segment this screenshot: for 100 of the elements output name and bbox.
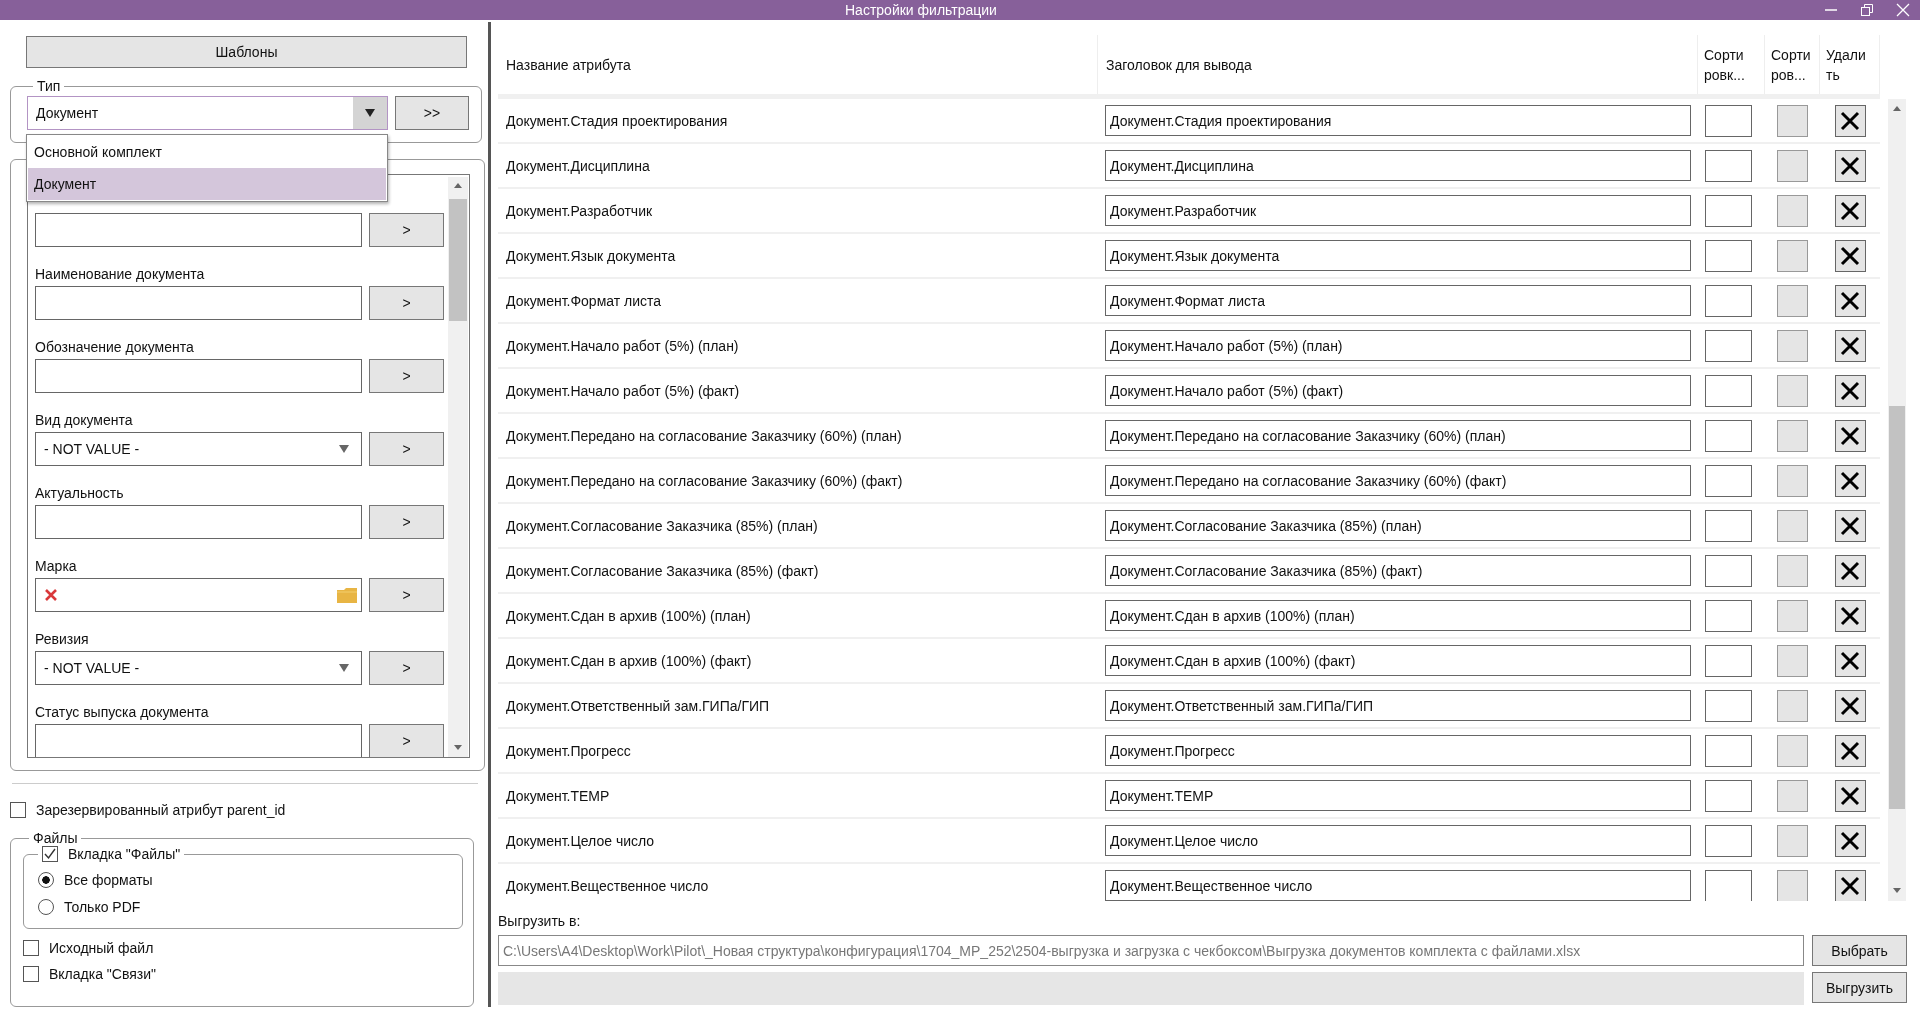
checkbox[interactable] (23, 940, 39, 956)
sort-field[interactable] (1705, 419, 1752, 452)
sort-field[interactable] (1705, 194, 1752, 227)
sort-field[interactable] (1705, 824, 1752, 857)
sort-field[interactable] (1705, 554, 1752, 587)
delete-button[interactable] (1834, 194, 1866, 227)
scrollbar[interactable] (1888, 99, 1906, 901)
delete-button[interactable] (1834, 869, 1866, 901)
sort-field[interactable] (1705, 599, 1752, 632)
reference-field[interactable] (35, 578, 362, 612)
sort-field (1777, 104, 1808, 137)
sort-field[interactable] (1705, 239, 1752, 272)
input-field[interactable]: Документ.Дисциплина (1105, 150, 1691, 181)
browse-button[interactable]: Выбрать (1812, 935, 1907, 966)
input-field[interactable]: Документ.Вещественное число (1105, 870, 1691, 901)
apply-button[interactable]: > (369, 432, 444, 466)
input-field[interactable] (35, 286, 362, 320)
checkbox[interactable] (23, 966, 39, 982)
close-icon (1840, 155, 1860, 176)
apply-button[interactable]: > (369, 578, 444, 612)
sort-field[interactable] (1705, 284, 1752, 317)
checkbox[interactable] (42, 846, 58, 862)
input-field[interactable] (35, 724, 362, 757)
delete-button[interactable] (1834, 239, 1866, 272)
input-field[interactable]: Документ.Прогресс (1105, 735, 1691, 766)
input-field[interactable]: Документ.Разработчик (1105, 195, 1691, 226)
input-field[interactable]: Документ.Согласование Заказчика (85%) (факт) (1105, 555, 1691, 586)
input-field[interactable]: Документ.Язык документа (1105, 240, 1691, 271)
delete-button[interactable] (1834, 734, 1866, 767)
dropdown[interactable]: - NOT VALUE - (35, 651, 362, 685)
export-button[interactable]: Выгрузить (1812, 972, 1907, 1003)
delete-button[interactable] (1834, 599, 1866, 632)
apply-button[interactable]: > (369, 286, 444, 320)
input-field[interactable]: Документ.Стадия проектирования (1105, 105, 1691, 136)
input-field[interactable]: Документ.Сдан в архив (100%) (план) (1105, 600, 1691, 631)
dropdown-arrow-icon[interactable] (339, 445, 349, 453)
checkbox[interactable] (10, 802, 26, 818)
delete-button[interactable] (1834, 689, 1866, 722)
delete-button[interactable] (1834, 104, 1866, 137)
input-field[interactable]: Документ.Передано на согласование Заказчику (60%) (факт) (1105, 465, 1691, 496)
close-icon (1840, 740, 1860, 761)
sort-field[interactable] (1705, 779, 1752, 812)
input-field[interactable]: Документ.Начало работ (5%) (факт) (1105, 375, 1691, 406)
input-field[interactable] (35, 213, 362, 247)
sort-field (1777, 554, 1808, 587)
restore-icon[interactable] (1860, 3, 1874, 17)
sort-field[interactable] (1705, 689, 1752, 722)
close-icon (1840, 830, 1860, 851)
input-field[interactable]: Документ.Сдан в архив (100%) (факт) (1105, 645, 1691, 676)
dropdown-option[interactable]: Документ (28, 168, 386, 200)
sort-field[interactable] (1705, 509, 1752, 542)
delete-button[interactable] (1834, 779, 1866, 812)
table-cell-text: Документ.Сдан в архив (100%) (факт) (505, 652, 753, 669)
apply-button[interactable]: > (369, 651, 444, 685)
delete-button[interactable] (1834, 644, 1866, 677)
radio-button[interactable] (38, 898, 54, 915)
close-icon[interactable] (1896, 3, 1910, 17)
sort-field[interactable] (1705, 329, 1752, 362)
apply-button[interactable]: > (369, 359, 444, 393)
dropdown-arrow-icon[interactable] (339, 664, 349, 672)
delete-button[interactable] (1834, 554, 1866, 587)
input-field[interactable]: Документ.Передано на согласование Заказчику (60%) (план) (1105, 420, 1691, 451)
input-field[interactable]: Документ.Формат листа (1105, 285, 1691, 316)
type-dropdown[interactable]: Документ (27, 96, 388, 130)
dropdown-arrow-icon[interactable] (365, 109, 375, 117)
input-field[interactable] (35, 359, 362, 393)
delete-button[interactable] (1834, 419, 1866, 452)
sort-field[interactable] (1705, 104, 1752, 137)
input-field[interactable]: Документ.Целое число (1105, 825, 1691, 856)
delete-button[interactable] (1834, 149, 1866, 182)
delete-button[interactable] (1834, 374, 1866, 407)
dropdown-option[interactable]: Основной комплект (28, 136, 386, 168)
checkbox-label: Вкладка "Файлы" (68, 846, 181, 862)
input-field[interactable] (35, 505, 362, 539)
clear-icon[interactable] (44, 588, 58, 602)
sort-field[interactable] (1705, 869, 1752, 901)
input-field[interactable]: Документ.Согласование Заказчика (85%) (план) (1105, 510, 1691, 541)
sort-field (1777, 869, 1808, 901)
delete-button[interactable] (1834, 824, 1866, 857)
delete-button[interactable] (1834, 509, 1866, 542)
apply-button[interactable]: >> (395, 96, 469, 130)
apply-button[interactable]: > (369, 213, 444, 247)
radio-button[interactable] (38, 871, 54, 888)
input-field[interactable]: Документ.Ответственный зам.ГИПа/ГИП (1105, 690, 1691, 721)
delete-button[interactable] (1834, 464, 1866, 497)
apply-button[interactable]: > (369, 724, 444, 757)
dropdown[interactable]: - NOT VALUE - (35, 432, 362, 466)
sort-field[interactable] (1705, 464, 1752, 497)
sort-field[interactable] (1705, 644, 1752, 677)
sort-field[interactable] (1705, 374, 1752, 407)
input-field[interactable]: Документ.TEMP (1105, 780, 1691, 811)
delete-button[interactable] (1834, 284, 1866, 317)
scrollbar[interactable] (448, 177, 468, 757)
sort-field[interactable] (1705, 734, 1752, 767)
delete-button[interactable] (1834, 329, 1866, 362)
apply-button[interactable]: > (369, 505, 444, 539)
sort-field[interactable] (1705, 149, 1752, 182)
path-field[interactable]: C:\Users\A4\Desktop\Work\Pilot\_Новая структура\конфигурация\1704_MP_252\2504-выгрузка и загрузка с чекбоксом\Выгрузка документов комплекта с файлами.xlsx (498, 935, 1804, 966)
input-field[interactable]: Документ.Начало работ (5%) (план) (1105, 330, 1691, 361)
templates-button[interactable]: Шаблоны (26, 36, 467, 68)
